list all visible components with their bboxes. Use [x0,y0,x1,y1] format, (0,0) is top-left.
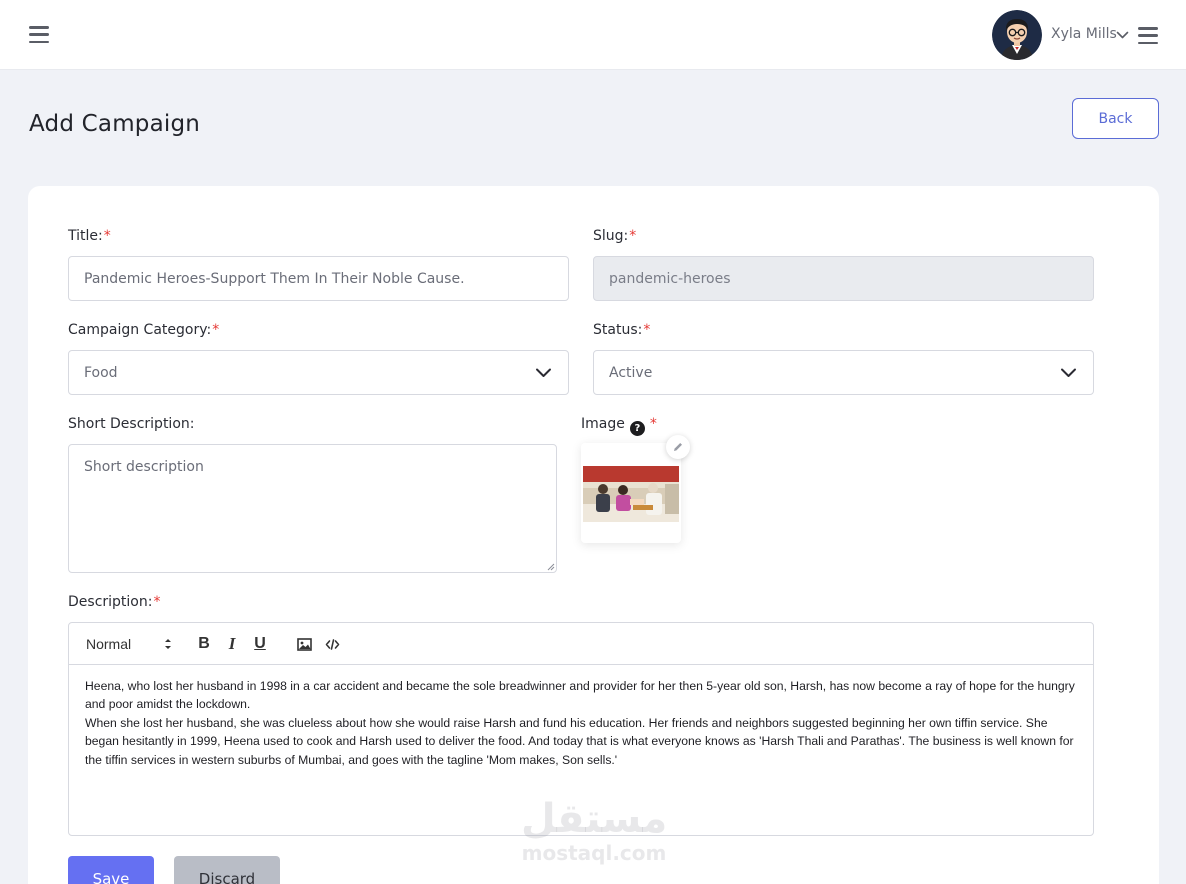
required-mark: * [212,322,220,338]
description-editor[interactable]: Normal B I U Heena, who lost her husband… [68,622,1094,836]
format-select-value: Normal [86,636,132,652]
underline-button[interactable]: U [249,623,271,665]
chevron-down-icon[interactable] [1116,30,1129,40]
edit-image-button[interactable] [666,435,690,459]
category-select[interactable]: Food [68,350,569,395]
category-label-text: Campaign Category: [68,322,212,338]
resize-grip-icon[interactable] [547,563,555,571]
format-select[interactable]: Normal [86,623,174,665]
top-bar: Xyla Mills [0,0,1186,70]
title-input[interactable]: Pandemic Heroes-Support Them In Their No… [68,256,569,301]
required-mark: * [649,416,657,432]
title-label: Title:* [68,228,111,244]
avatar[interactable] [992,10,1042,60]
italic-button[interactable]: I [221,623,243,665]
avatar-illustration [992,10,1042,60]
status-label: Status:* [593,322,650,338]
description-label-text: Description: [68,594,153,610]
required-mark: * [643,322,651,338]
image-preview[interactable] [581,443,681,543]
short-description-textarea[interactable]: Short description [68,444,557,573]
category-label: Campaign Category:* [68,322,219,338]
sort-arrows-icon [165,639,171,649]
required-mark: * [103,228,111,244]
slug-input: pandemic-heroes [593,256,1094,301]
title-label-text: Title: [68,228,103,244]
hamburger-icon[interactable] [29,26,49,43]
slug-label: Slug:* [593,228,636,244]
status-select[interactable]: Active [593,350,1094,395]
page-title: Add Campaign [29,111,201,137]
image-label-text: Image [581,416,625,432]
user-name[interactable]: Xyla Mills [1051,26,1117,42]
category-select-value: Food [84,364,118,381]
description-content[interactable]: Heena, who lost her husband in 1998 in a… [85,677,1079,769]
code-block-button[interactable] [321,623,343,665]
description-paragraph: Heena, who lost her husband in 1998 in a… [85,679,1075,712]
image-icon [296,637,312,651]
code-icon [325,638,339,650]
chevron-down-icon [1061,368,1076,377]
slug-label-text: Slug: [593,228,629,244]
save-button[interactable]: Save [68,856,154,884]
short-description-label: Short Description: [68,416,195,432]
image-label: Image? * [581,416,657,436]
short-description-placeholder: Short description [84,459,204,475]
status-select-value: Active [609,364,653,381]
insert-image-button[interactable] [293,623,315,665]
chevron-down-icon [536,368,551,377]
hamburger-icon-right[interactable] [1138,27,1158,44]
required-mark: * [629,228,637,244]
required-mark: * [153,594,161,610]
campaign-image [583,466,679,522]
status-label-text: Status: [593,322,643,338]
help-icon[interactable]: ? [629,421,645,436]
campaign-photo-illustration [583,466,679,522]
pencil-icon [674,443,682,451]
description-label: Description:* [68,594,160,610]
back-button[interactable]: Back [1072,98,1159,139]
description-paragraph: When she lost her husband, she was cluel… [85,715,1074,767]
bold-button[interactable]: B [193,623,215,665]
editor-toolbar: Normal B I U [69,623,1093,665]
discard-button[interactable]: Discard [174,856,280,884]
